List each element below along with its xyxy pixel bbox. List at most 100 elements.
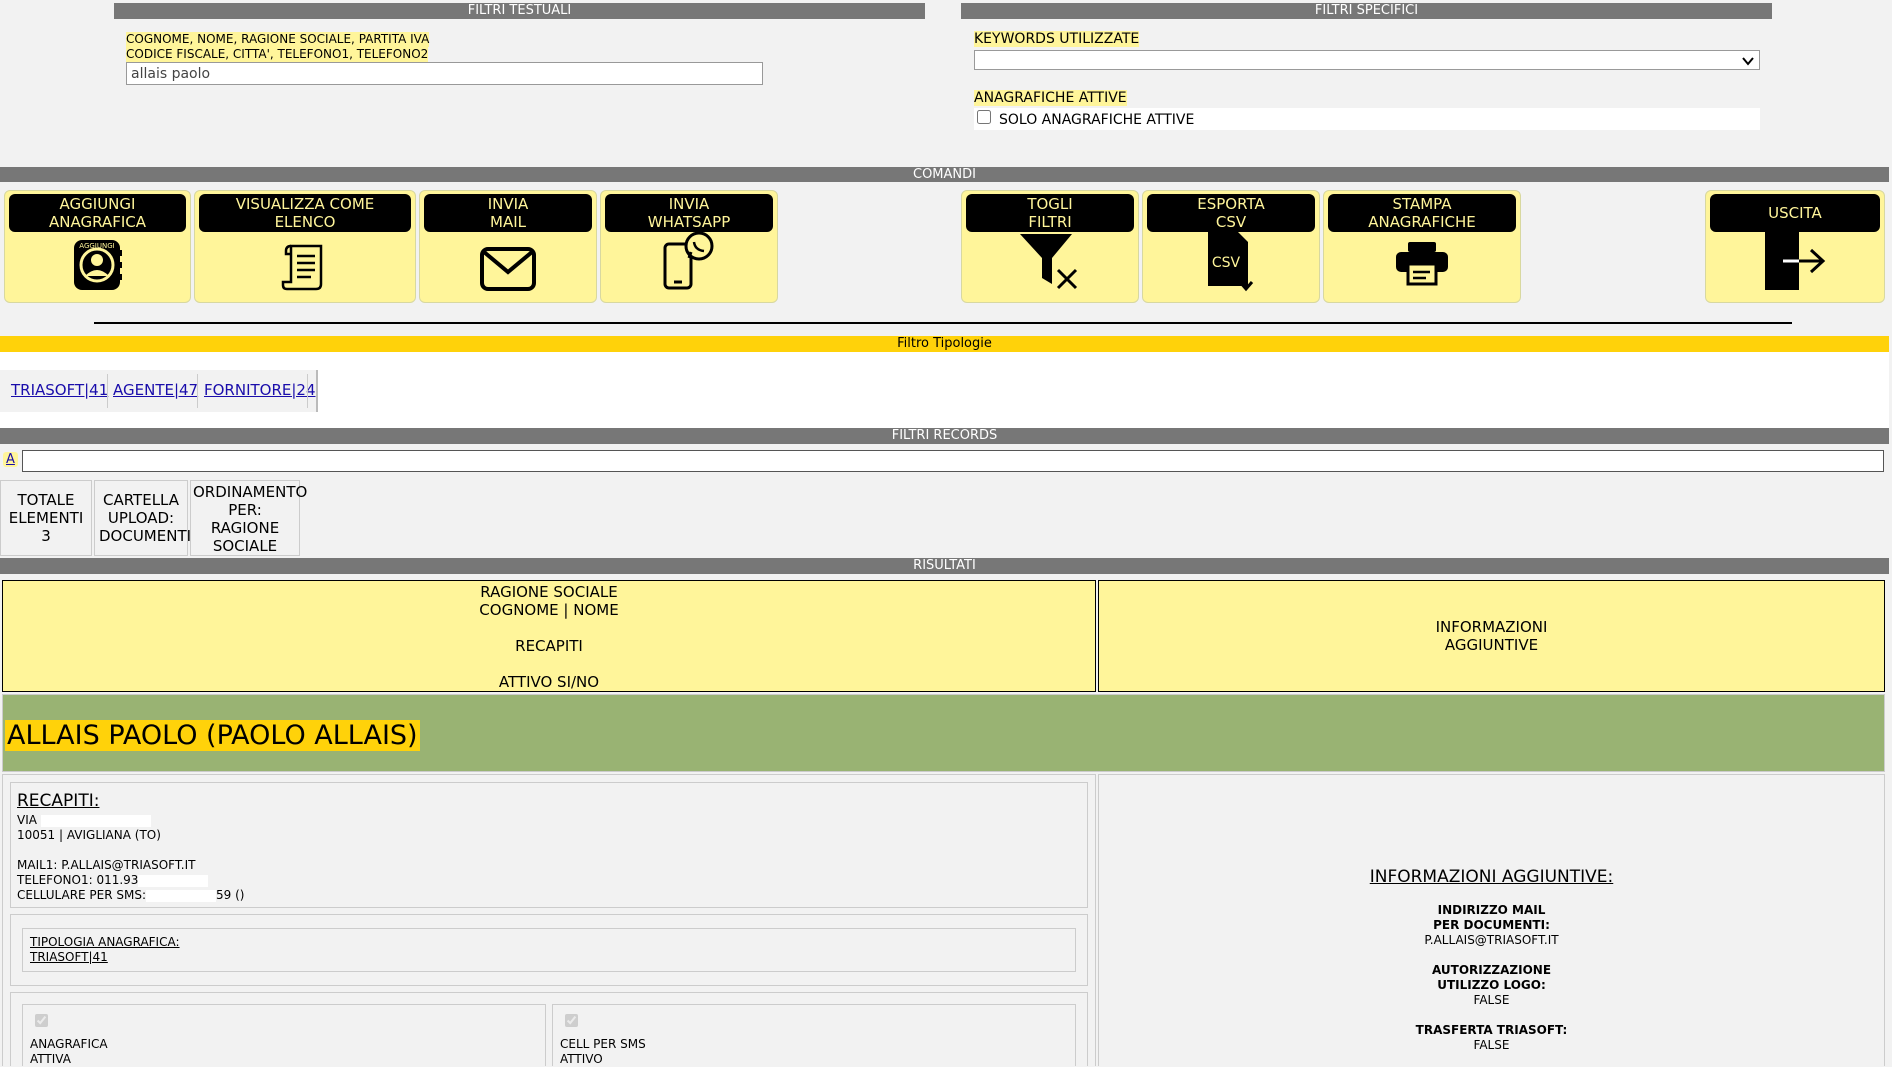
solo-attive-row: SOLO ANAGRAFICHE ATTIVE: [974, 108, 1760, 130]
stampa-anagrafiche-button[interactable]: STAMPA ANAGRAFICHE: [1323, 190, 1521, 303]
add-anagrafica-button[interactable]: AGGIUNGI ANAGRAFICA AGGIUNGI: [4, 190, 191, 303]
cellulare-line: CELLULARE PER SMS: 59 (): [17, 888, 244, 903]
results-column-main: RAGIONE SOCIALE COGNOME | NOME RECAPITI …: [2, 580, 1096, 692]
info-mail-label-2: PER DOCUMENTI:: [1433, 918, 1550, 932]
filtri-specifici-header: FILTRI SPECIFICI: [961, 3, 1772, 19]
filtro-tipologie-header: Filtro Tipologie: [0, 336, 1889, 352]
chevron-down-icon: [1741, 53, 1755, 72]
informazioni-aggiuntive-panel: INFORMAZIONI AGGIUNTIVE: INDIRIZZO MAIL …: [1098, 774, 1885, 1066]
redacted-block: [40, 814, 151, 827]
tipologia-separator: [107, 374, 108, 408]
risultati-header: RISULTATI: [0, 558, 1889, 574]
info-transfer-label: TRASFERTA TRIASOFT:: [1415, 1023, 1568, 1037]
comandi-header: COMANDI: [0, 167, 1889, 182]
button-label-line1: VISUALIZZA COME: [235, 195, 375, 213]
column-label-recapiti: RECAPITI: [515, 637, 583, 655]
mail-icon: [479, 246, 537, 296]
button-label-line2: ANAGRAFICHE: [1368, 213, 1476, 231]
whatsapp-phone-icon: [661, 230, 717, 296]
cell-sms-attivo-checkbox[interactable]: [565, 1014, 578, 1027]
tipologie-list: TRIASOFT|41 AGENTE|47 FORNITORE|24: [0, 370, 318, 412]
tipologia-separator: [197, 374, 198, 408]
info-logo-label-1: AUTORIZZAZIONE: [1431, 963, 1552, 977]
anagrafica-attiva-label-1: ANAGRAFICA: [30, 1037, 108, 1051]
tipologia-value: TRIASOFT|41: [30, 950, 108, 964]
button-label-line2: USCITA: [1768, 204, 1822, 222]
address-line-1: VIA: [17, 813, 151, 828]
search-input[interactable]: [126, 62, 763, 85]
cellulare-prefix: CELLULARE PER SMS:: [17, 888, 147, 902]
visualizza-elenco-button[interactable]: VISUALIZZA COME ELENCO: [194, 190, 416, 303]
button-label-line1: STAMPA: [1392, 195, 1452, 213]
telefono1-line: TELEFONO1: 011.93: [17, 873, 209, 888]
tipologia-link-agente[interactable]: AGENTE|47: [113, 381, 198, 399]
address-line-1-text: VIA: [17, 813, 41, 827]
svg-text:AGGIUNGI: AGGIUNGI: [79, 242, 114, 250]
tipologia-box: TIPOLOGIA ANAGRAFICA: TRIASOFT|41: [22, 928, 1076, 972]
record-name-band: ALLAIS PAOLO (PAOLO ALLAIS): [2, 694, 1885, 772]
button-label-line1: INVIA: [668, 195, 710, 213]
results-column-info: INFORMAZIONI AGGIUNTIVE: [1098, 580, 1885, 692]
button-label-line1: INVIA: [487, 195, 529, 213]
cell-sms-label-1: CELL PER SMS: [560, 1037, 646, 1051]
svg-text:CSV: CSV: [1212, 255, 1241, 271]
anagrafica-attiva-box: ANAGRAFICA ATTIVA: [22, 1004, 546, 1066]
cellulare-suffix: 59 (): [216, 888, 245, 902]
keywords-select[interactable]: [974, 50, 1760, 70]
button-label-line1: AGGIUNGI: [59, 195, 136, 213]
tipologia-link-fornitore[interactable]: FORNITORE|24: [204, 381, 316, 399]
filtri-records-header: FILTRI RECORDS: [0, 428, 1889, 444]
address-line-2: 10051 | AVIGLIANA (TO): [17, 828, 161, 842]
esporta-csv-button[interactable]: ESPORTA CSV CSV: [1142, 190, 1320, 303]
button-label-line1: TOGLI: [1027, 195, 1073, 213]
column-label-cognome-nome: COGNOME | NOME: [479, 601, 619, 619]
totale-elementi-cell: TOTALE ELEMENTI 3: [0, 480, 92, 556]
redacted-block: [138, 874, 209, 887]
info-logo-label-2: UTILIZZO LOGO:: [1437, 978, 1546, 992]
togli-filtri-button[interactable]: TOGLI FILTRI: [961, 190, 1139, 303]
info-mail-value: P.ALLAIS@TRIASOFT.IT: [1424, 933, 1559, 947]
column-label-attivo: ATTIVO SI/NO: [498, 673, 600, 691]
cell-sms-label-2: ATTIVO: [560, 1052, 603, 1066]
exit-icon: [1763, 230, 1827, 296]
button-label-line2: ANAGRAFICA: [49, 213, 146, 231]
anagrafiche-attive-label: ANAGRAFICHE ATTIVE: [974, 90, 1127, 106]
redacted-block: [146, 889, 217, 902]
keywords-label: KEYWORDS UTILIZZATE: [974, 31, 1140, 47]
mail1-line: MAIL1: P.ALLAIS@TRIASOFT.IT: [17, 858, 196, 872]
tipologia-separator: [307, 374, 308, 408]
tipologia-label: TIPOLOGIA ANAGRAFICA:: [30, 935, 180, 949]
info-mail-label-1: INDIRIZZO MAIL: [1437, 903, 1546, 917]
invia-whatsapp-button[interactable]: INVIA WHATSAPP: [600, 190, 778, 303]
button-label-line2: MAIL: [490, 213, 526, 231]
cell-sms-box: CELL PER SMS ATTIVO: [552, 1004, 1076, 1066]
uscita-button[interactable]: USCITA: [1705, 190, 1885, 303]
anagrafica-attiva-checkbox[interactable]: [35, 1014, 48, 1027]
records-filter-input[interactable]: [22, 450, 1884, 472]
clear-filter-icon: [1018, 232, 1082, 296]
printer-icon: [1394, 240, 1450, 290]
section-divider: [94, 322, 1792, 324]
ordinamento-cell: ORDINAMENTO PER: RAGIONE SOCIALE: [190, 480, 307, 556]
solo-attive-checkbox[interactable]: [977, 110, 991, 124]
column-label-ragione-sociale: RAGIONE SOCIALE: [480, 583, 618, 601]
anagrafica-attiva-label-2: ATTIVA: [30, 1052, 71, 1066]
filtri-testuali-hint-2: CODICE FISCALE, CITTA', TELEFONO1, TELEF…: [126, 47, 429, 62]
list-scroll-icon: [281, 242, 329, 296]
cartella-upload-cell: CARTELLA UPLOAD: DOCUMENTI: [94, 480, 191, 556]
column-label-aggiuntive: AGGIUNTIVE: [1444, 636, 1539, 654]
recapiti-box: RECAPITI: VIA 10051 | AVIGLIANA (TO) MAI…: [10, 782, 1088, 908]
invia-mail-button[interactable]: INVIA MAIL: [419, 190, 597, 303]
telefono1-text: TELEFONO1: 011.93: [17, 873, 139, 887]
informazioni-aggiuntive-title: INFORMAZIONI AGGIUNTIVE:: [1369, 867, 1614, 887]
record-name: ALLAIS PAOLO (PAOLO ALLAIS): [5, 720, 420, 751]
button-label-line2: WHATSAPP: [647, 213, 731, 231]
button-label-line1: ESPORTA: [1197, 195, 1265, 213]
button-label-line2: ELENCO: [274, 213, 336, 231]
letter-filter-a[interactable]: A: [3, 452, 18, 467]
tipologia-link-triasoft[interactable]: TRIASOFT|41: [11, 381, 108, 399]
button-label-line2: FILTRI: [1028, 213, 1072, 231]
info-logo-value: FALSE: [1473, 993, 1510, 1007]
add-contact-icon: AGGIUNGI: [72, 238, 124, 296]
column-label-informazioni: INFORMAZIONI: [1435, 618, 1548, 636]
